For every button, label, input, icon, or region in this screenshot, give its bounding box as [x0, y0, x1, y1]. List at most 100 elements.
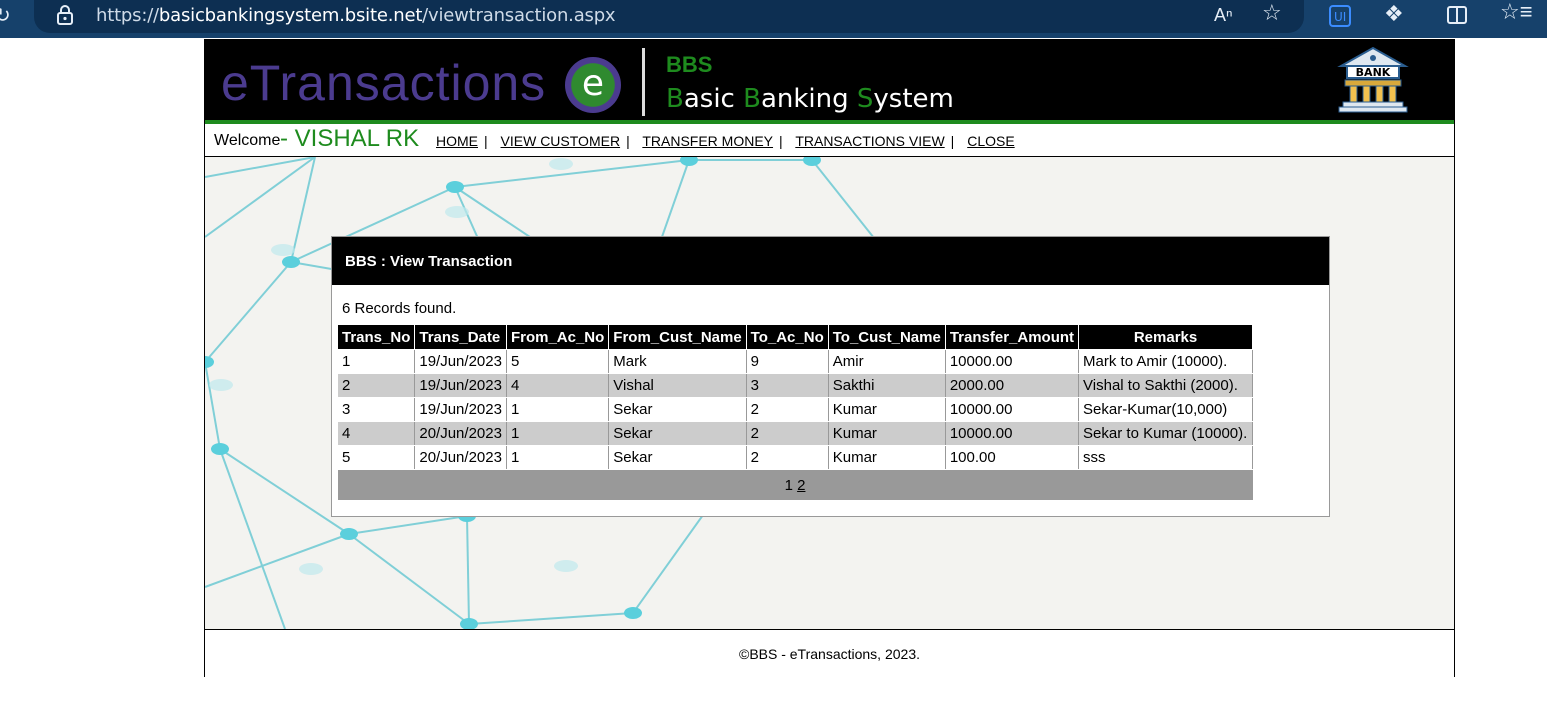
table-cell: 5	[336, 445, 416, 470]
table-cell: 4	[336, 421, 416, 446]
username: - VISHAL RK	[280, 125, 420, 152]
column-header: From_Ac_No	[505, 324, 610, 350]
favorite-star-icon[interactable]: ☆	[1262, 2, 1282, 24]
site-banner: eTransactions e BBS Basic Banking System…	[205, 40, 1454, 124]
table-row: 5 20/Jun/2023 1 Sekar 2 Kumar 100.00 sss	[336, 445, 1254, 470]
table-cell: Mark to Amir (10000).	[1078, 349, 1254, 374]
logo-divider	[642, 48, 645, 116]
table-cell: Kumar	[827, 445, 946, 470]
table-row: 1 19/Jun/2023 5 Mark 9 Amir 10000.00 Mar…	[336, 349, 1254, 374]
page-footer: ©BBS - eTransactions, 2023.	[205, 629, 1454, 677]
table-cell: 20/Jun/2023	[414, 421, 507, 446]
view-transaction-panel: BBS : View Transaction 6 Records found. …	[331, 236, 1330, 517]
table-row: 2 19/Jun/2023 4 Vishal 3 Sakthi 2000.00 …	[336, 373, 1254, 398]
table-cell: 2000.00	[944, 373, 1080, 398]
table-cell: Amir	[827, 349, 946, 374]
browser-toolbar: ↻ https://basicbankingsystem.bsite.net/v…	[0, 0, 1547, 38]
table-cell: Kumar	[827, 421, 946, 446]
nav-separator: |	[779, 133, 783, 149]
column-header: From_Cust_Name	[608, 324, 747, 350]
table-cell: 100.00	[944, 445, 1080, 470]
table-cell: Sekar	[608, 445, 747, 470]
column-header: To_Cust_Name	[827, 324, 946, 350]
table-cell: 2	[745, 421, 829, 446]
column-header: Trans_No	[336, 324, 416, 350]
table-cell: 4	[505, 373, 610, 398]
bank-icon: BANK	[1337, 46, 1409, 113]
logo-text: eTransactions	[221, 55, 547, 111]
table-cell: 5	[505, 349, 610, 374]
panel-header: BBS : View Transaction	[332, 237, 1329, 285]
table-cell: Vishal	[608, 373, 747, 398]
table-cell: 2	[336, 373, 416, 398]
table-cell: Sekar	[608, 421, 747, 446]
favorites-icon[interactable]: ☆≡	[1500, 1, 1533, 23]
logo-e-icon: e	[565, 57, 621, 113]
nav-home-link[interactable]: HOME	[436, 133, 478, 149]
transactions-table: Trans_No Trans_Date From_Ac_No From_Cust…	[336, 324, 1254, 500]
nav-transactions-view-link[interactable]: TRANSACTIONS VIEW	[795, 133, 944, 149]
table-cell: 20/Jun/2023	[414, 445, 507, 470]
svg-text:BANK: BANK	[1356, 66, 1391, 79]
lock-icon[interactable]	[56, 5, 74, 29]
table-pager-row: 1 2	[337, 469, 1253, 500]
table-cell: sss	[1078, 445, 1254, 470]
nav-separator: |	[626, 133, 630, 149]
pager-current-page: 1	[784, 476, 793, 494]
column-header: Remarks	[1078, 324, 1254, 350]
split-screen-icon[interactable]	[1446, 4, 1468, 30]
table-cell: 1	[505, 397, 610, 422]
pager-page-link[interactable]: 2	[797, 477, 805, 494]
table-cell: 10000.00	[944, 421, 1080, 446]
column-header: Transfer_Amount	[944, 324, 1080, 350]
read-aloud-icon[interactable]: Aⁿ	[1214, 5, 1233, 25]
column-header: Trans_Date	[414, 324, 507, 350]
table-cell: 1	[336, 349, 416, 374]
extension-ui-icon[interactable]: UI	[1329, 5, 1351, 31]
column-header: To_Ac_No	[745, 324, 829, 350]
svg-text:UI: UI	[1334, 10, 1346, 24]
nav-separator: |	[484, 133, 488, 149]
footer-copyright: ©BBS - eTransactions, 2023.	[739, 646, 920, 662]
nav-links: HOME | VIEW CUSTOMER | TRANSFER MONEY | TRA…	[436, 133, 1015, 149]
table-cell: 19/Jun/2023	[414, 397, 507, 422]
table-cell: 10000.00	[944, 397, 1080, 422]
brand-long-name: Basic Banking System	[666, 84, 954, 114]
table-cell: 1	[505, 445, 610, 470]
pager: 1 2	[337, 469, 1253, 500]
table-cell: 19/Jun/2023	[414, 349, 507, 374]
nav-close-link[interactable]: CLOSE	[967, 133, 1014, 149]
panel-title: BBS : View Transaction	[345, 253, 513, 270]
table-header-row: Trans_No Trans_Date From_Ac_No From_Cust…	[336, 324, 1254, 350]
table-cell: 3	[745, 373, 829, 398]
table-cell: 9	[745, 349, 829, 374]
table-cell: 19/Jun/2023	[414, 373, 507, 398]
table-cell: Sekar-Kumar(10,000)	[1078, 397, 1254, 422]
table-cell: Sekar to Kumar (10000).	[1078, 421, 1254, 446]
table-cell: Sakthi	[827, 373, 946, 398]
table-cell: Vishal to Sakthi (2000).	[1078, 373, 1254, 398]
extensions-icon[interactable]: ❖	[1384, 3, 1404, 25]
nav-bar: Welcome - VISHAL RK HOME | VIEW CUSTOMER |…	[205, 124, 1454, 157]
brand-short-name: BBS	[666, 52, 713, 77]
table-cell: Mark	[608, 349, 747, 374]
nav-transfer-money-link[interactable]: TRANSFER MONEY	[642, 133, 773, 149]
records-count: 6 Records found.	[342, 300, 457, 317]
page-frame: eTransactions e BBS Basic Banking System…	[204, 39, 1455, 677]
welcome-label: Welcome	[214, 132, 281, 149]
table-cell: 2	[745, 445, 829, 470]
table-row: 3 19/Jun/2023 1 Sekar 2 Kumar 10000.00 S…	[336, 397, 1254, 422]
table-cell: 2	[745, 397, 829, 422]
table-cell: 10000.00	[944, 349, 1080, 374]
nav-view-customer-link[interactable]: VIEW CUSTOMER	[501, 133, 621, 149]
table-cell: 3	[336, 397, 416, 422]
url-text[interactable]: https://basicbankingsystem.bsite.net/vie…	[96, 5, 616, 26]
nav-separator: |	[950, 133, 955, 149]
refresh-icon[interactable]: ↻	[0, 6, 11, 26]
table-cell: 1	[505, 421, 610, 446]
address-bar[interactable]: https://basicbankingsystem.bsite.net/vie…	[34, 0, 1304, 33]
table-cell: Sekar	[608, 397, 747, 422]
table-cell: Kumar	[827, 397, 946, 422]
table-row: 4 20/Jun/2023 1 Sekar 2 Kumar 10000.00 S…	[336, 421, 1254, 446]
content-area: BBS : View Transaction 6 Records found. …	[205, 157, 1454, 629]
